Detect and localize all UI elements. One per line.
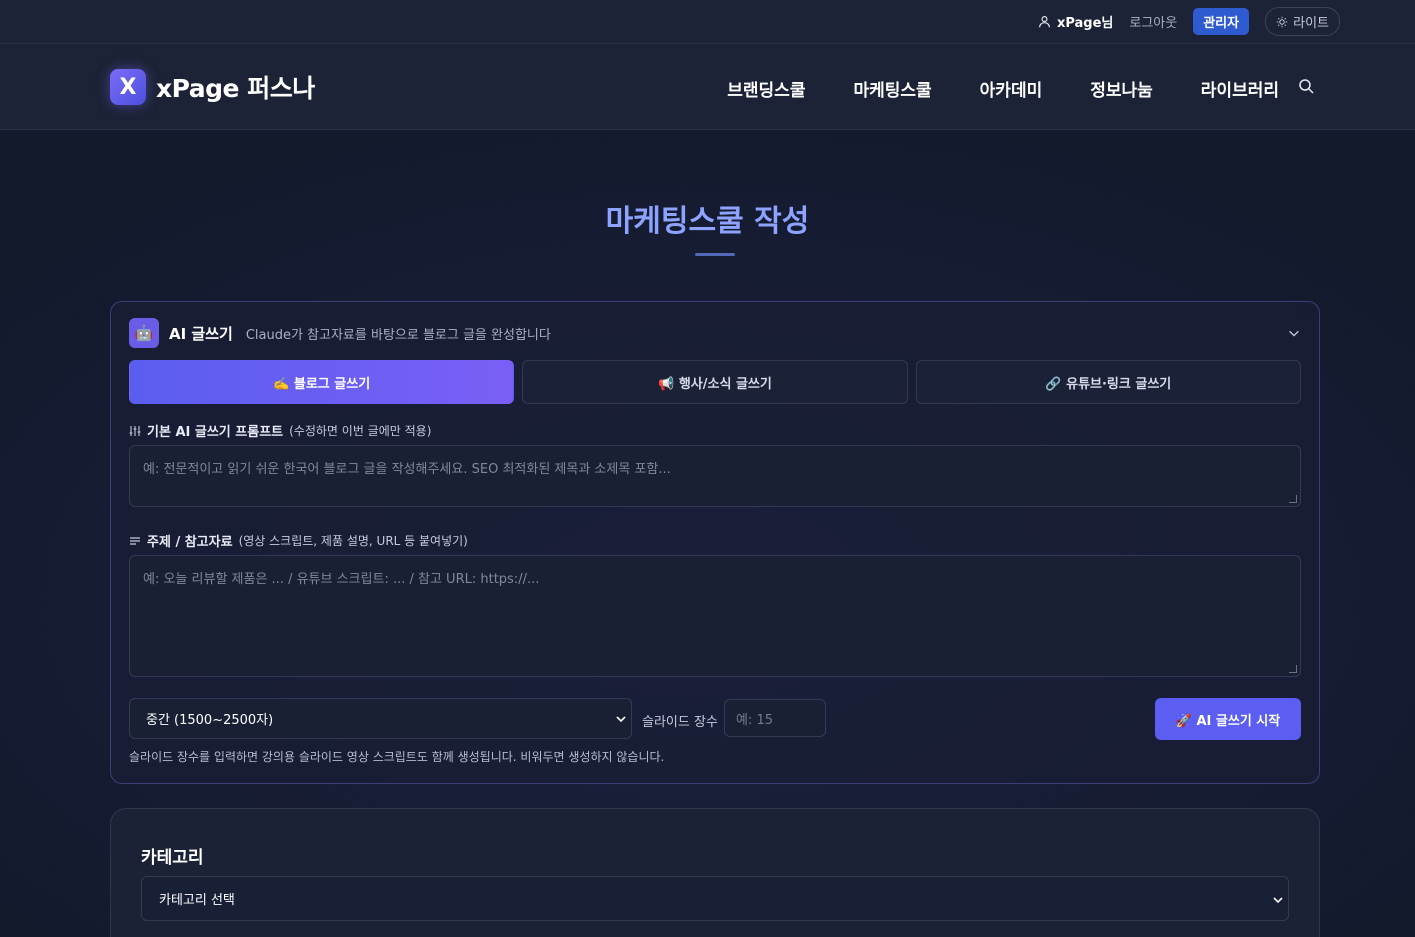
ai-writer-header[interactable]: 🤖 AI 글쓰기 Claude가 참고자료를 바탕으로 블로그 글을 완성합니다 (129, 318, 551, 348)
reference-label: 주제 / 참고자료 (영상 스크립트, 제품 설명, URL 등 붙여넣기) (129, 531, 468, 550)
ai-writer-title: AI 글쓰기 (169, 324, 233, 343)
category-select[interactable]: 카테고리 선택 (141, 876, 1289, 921)
prompt-placeholder: 예: 전문적이고 읽기 쉬운 한국어 블로그 글을 작성해주세요. SEO 최적… (143, 462, 671, 477)
category-select-value: 카테고리 선택 (159, 893, 235, 908)
lines-icon (130, 536, 140, 545)
logout-link[interactable]: 로그아웃 (1129, 12, 1177, 31)
user-menu[interactable]: xPage님 (1038, 12, 1113, 31)
robot-icon: 🤖 (129, 318, 159, 348)
tab-event-writer[interactable]: 📢 행사/소식 글쓰기 (522, 360, 908, 404)
chevron-down-icon[interactable] (1287, 326, 1301, 340)
nav-item-library[interactable]: 라이브러리 (1201, 76, 1279, 101)
prompt-hint: (수정하면 이번 글에만 적용) (289, 424, 432, 438)
tab-youtube-link-writer[interactable]: 🔗 유튜브·링크 글쓰기 (915, 360, 1301, 404)
sliders-icon (129, 425, 141, 436)
user-icon (1039, 16, 1050, 28)
chevron-down-icon (1273, 897, 1283, 904)
slide-count-label: 슬라이드 장수 (642, 715, 718, 730)
nav-item-branding-school[interactable]: 브랜딩스쿨 (727, 76, 805, 101)
nav-item-academy[interactable]: 아카데미 (980, 76, 1043, 101)
reference-label-text: 주제 / 참고자료 (147, 535, 233, 550)
nav-item-info-sharing[interactable]: 정보나눔 (1090, 76, 1153, 101)
theme-label: 라이트 (1293, 16, 1329, 31)
ai-writer-subtitle: Claude가 참고자료를 바탕으로 블로그 글을 완성합니다 (245, 327, 551, 343)
length-select-value: 중간 (1500~2500자) (146, 713, 274, 728)
resize-handle[interactable] (1289, 495, 1297, 503)
chevron-down-icon (616, 716, 626, 723)
nav-item-marketing-school[interactable]: 마케팅스쿨 (853, 76, 931, 101)
prompt-textarea[interactable]: 예: 전문적이고 읽기 쉬운 한국어 블로그 글을 작성해주세요. SEO 최적… (129, 445, 1301, 507)
site-logo[interactable]: X xPage 퍼스나 (110, 69, 315, 105)
main-header: X xPage 퍼스나 브랜딩스쿨 마케팅스쿨 아카데미 정보나눔 라이브러리 (0, 44, 1415, 130)
sun-icon (1276, 16, 1288, 27)
ai-start-button[interactable]: 🚀 AI 글쓰기 시작 (1155, 698, 1301, 740)
user-name: xPage님 (1056, 16, 1114, 31)
options-row: 중간 (1500~2500자) 슬라이드 장수 예: 15 🚀 AI 글쓰기 시… (129, 698, 1301, 740)
category-title: 카테고리 (141, 848, 204, 868)
length-select[interactable]: 중간 (1500~2500자) (129, 698, 632, 739)
prompt-label: 기본 AI 글쓰기 프롬프트 (수정하면 이번 글에만 적용) (129, 421, 431, 440)
logo-text: xPage 퍼스나 (156, 74, 315, 103)
main-nav: 브랜딩스쿨 마케팅스쿨 아카데미 정보나눔 라이브러리 (727, 76, 1279, 101)
reference-hint: (영상 스크립트, 제품 설명, URL 등 붙여넣기) (238, 534, 468, 548)
category-panel: 카테고리 카테고리 선택 (110, 808, 1320, 937)
writer-tabs: ✍️ 블로그 글쓰기 📢 행사/소식 글쓰기 🔗 유튜브·링크 글쓰기 (129, 360, 1301, 404)
ai-writer-panel: 🤖 AI 글쓰기 Claude가 참고자료를 바탕으로 블로그 글을 완성합니다… (110, 301, 1320, 784)
theme-toggle-button[interactable]: 라이트 (1265, 7, 1340, 36)
top-utility-bar: xPage님 로그아웃 관리자 라이트 (0, 0, 1415, 44)
prompt-label-text: 기본 AI 글쓰기 프롬프트 (147, 425, 284, 440)
slide-note: 슬라이드 장수를 입력하면 강의용 슬라이드 영상 스크립트도 함께 생성됩니다… (129, 750, 665, 764)
page-title: 마케팅스쿨 작성 (605, 204, 810, 239)
tab-blog-writer[interactable]: ✍️ 블로그 글쓰기 (129, 360, 515, 404)
logo-mark: X (110, 69, 146, 105)
reference-placeholder: 예: 오늘 리뷰할 제품은 ... / 유튜브 스크립트: ... / 참고 U… (143, 572, 540, 587)
reference-textarea[interactable]: 예: 오늘 리뷰할 제품은 ... / 유튜브 스크립트: ... / 참고 U… (129, 555, 1301, 677)
slide-count-placeholder: 예: 15 (736, 712, 774, 728)
title-underline (695, 253, 735, 256)
resize-handle[interactable] (1289, 665, 1297, 673)
slide-count-input[interactable]: 예: 15 (724, 699, 826, 737)
search-icon[interactable] (1298, 78, 1314, 94)
admin-button[interactable]: 관리자 (1193, 8, 1250, 35)
